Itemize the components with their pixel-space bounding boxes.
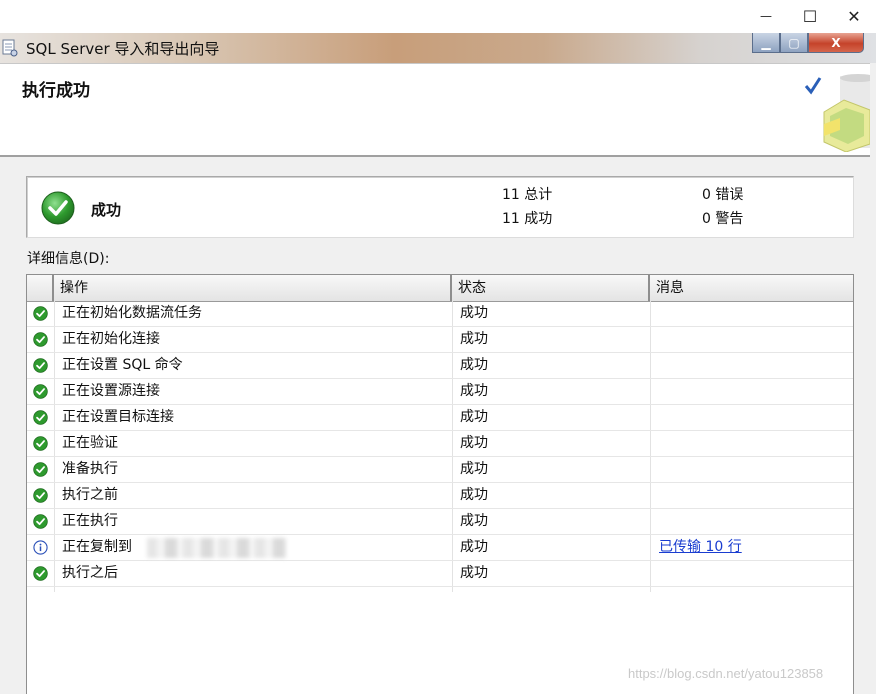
window-titlebar: SQL Server 导入和导出向导 ▁ ▢ X (0, 33, 876, 63)
minimize-button[interactable]: — (744, 0, 788, 32)
table-row[interactable]: 执行之后 成功 (27, 561, 853, 587)
row-action: 正在设置 SQL 命令 (62, 357, 183, 373)
success-icon (33, 410, 48, 425)
aero-minimize-button[interactable]: ▁ (752, 33, 780, 53)
column-header-status[interactable]: 状态 (452, 275, 650, 301)
success-icon (33, 488, 48, 503)
table-header: 操作 状态 消息 (27, 275, 853, 302)
window-title: SQL Server 导入和导出向导 (26, 40, 220, 58)
wizard-graphic-icon (804, 74, 876, 152)
table-row[interactable]: 准备执行 成功 (27, 457, 853, 483)
summary-errors: 0 错误 (702, 187, 744, 203)
close-icon: X (831, 35, 841, 50)
table-row[interactable]: 正在执行 成功 (27, 509, 853, 535)
watermark: https://blog.csdn.net/yatou123858 (628, 666, 824, 681)
aero-caption-buttons: ▁ ▢ X (752, 33, 864, 53)
row-status: 成功 (460, 331, 488, 347)
success-icon (33, 462, 48, 477)
row-action: 正在设置源连接 (62, 383, 160, 399)
success-icon (33, 436, 48, 451)
aero-maximize-button[interactable]: ▢ (780, 33, 808, 53)
success-icon (33, 332, 48, 347)
row-message-link[interactable]: 已传输 10 行 (659, 535, 742, 561)
maximize-button[interactable]: ☐ (788, 0, 832, 32)
table-row[interactable]: 正在设置目标连接 成功 (27, 405, 853, 431)
table-row[interactable]: 正在初始化连接 成功 (27, 327, 853, 353)
row-action: 正在初始化数据流任务 (62, 305, 202, 321)
summary-success: 11 成功 (502, 211, 553, 227)
row-status: 成功 (460, 539, 488, 555)
row-action: 正在设置目标连接 (62, 409, 174, 425)
row-status: 成功 (460, 487, 488, 503)
page-title: 执行成功 (22, 81, 90, 101)
row-action: 正在执行 (62, 513, 118, 529)
details-table[interactable]: 操作 状态 消息 正在初始化数据流任务 成功 正在初始化连接 成功 正在设置 SQL 命… (26, 274, 854, 694)
table-row[interactable]: 正在复制到 成功 已传输 10 行 (27, 535, 853, 561)
summary-status: 成功 (91, 201, 122, 219)
aero-close-button[interactable]: X (808, 33, 864, 53)
row-status: 成功 (460, 565, 488, 581)
table-row[interactable]: 正在设置 SQL 命令 成功 (27, 353, 853, 379)
column-header-message[interactable]: 消息 (650, 275, 853, 301)
row-status: 成功 (460, 409, 488, 425)
redacted-text (147, 538, 287, 558)
maximize-icon: ☐ (802, 6, 818, 26)
info-icon (33, 540, 48, 555)
table-row[interactable]: 正在设置源连接 成功 (27, 379, 853, 405)
row-action: 执行之前 (62, 487, 118, 503)
details-label: 详细信息(D): (27, 251, 110, 267)
success-icon (33, 358, 48, 373)
maximize-icon: ▢ (788, 35, 800, 50)
success-icon (33, 514, 48, 529)
outer-caption-bar: — ☐ ✕ (0, 0, 876, 33)
row-status: 成功 (460, 357, 488, 373)
row-action: 执行之后 (62, 565, 118, 581)
row-action: 正在验证 (62, 435, 118, 451)
table-row[interactable]: 正在验证 成功 (27, 431, 853, 457)
summary-warnings: 0 警告 (702, 211, 744, 227)
summary-panel: 成功 11 总计 11 成功 0 错误 0 警告 (26, 176, 854, 238)
minimize-icon: ▁ (761, 35, 771, 50)
row-action: 正在复制到 (62, 539, 132, 555)
column-header-action[interactable]: 操作 (54, 275, 452, 301)
close-button[interactable]: ✕ (832, 0, 876, 32)
success-icon (33, 566, 48, 581)
summary-total: 11 总计 (502, 187, 553, 203)
row-status: 成功 (460, 513, 488, 529)
row-action: 准备执行 (62, 461, 118, 477)
row-action: 正在初始化连接 (62, 331, 160, 347)
window-edge (870, 63, 876, 693)
row-status: 成功 (460, 435, 488, 451)
success-icon (33, 306, 48, 321)
minimize-icon: — (760, 9, 772, 23)
wizard-header: 执行成功 (0, 63, 876, 157)
table-row[interactable]: 执行之前 成功 (27, 483, 853, 509)
column-header-icon[interactable] (27, 275, 54, 301)
success-icon (33, 384, 48, 399)
row-status: 成功 (460, 461, 488, 477)
row-status: 成功 (460, 305, 488, 321)
row-status: 成功 (460, 383, 488, 399)
close-icon: ✕ (847, 6, 861, 26)
app-icon (2, 39, 18, 57)
success-icon (41, 191, 75, 225)
table-row[interactable]: 正在初始化数据流任务 成功 (27, 301, 853, 327)
